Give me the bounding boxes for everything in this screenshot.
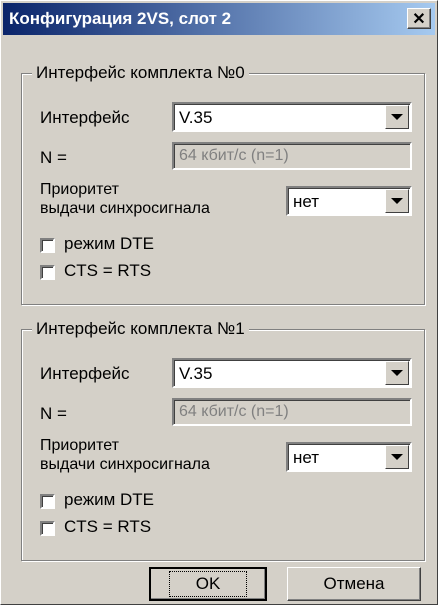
dropdown-button-priority-1[interactable] bbox=[385, 445, 409, 469]
dte-checkbox-1[interactable] bbox=[40, 494, 55, 509]
chevron-down-icon bbox=[391, 198, 403, 204]
chevron-down-icon bbox=[391, 454, 403, 460]
cancel-label: Отмена bbox=[323, 574, 385, 593]
n-field-0: 64 кбит/с (n=1) bbox=[172, 142, 412, 170]
interface-select-0[interactable]: V.35 bbox=[172, 102, 412, 132]
priority-select-1[interactable]: нет bbox=[286, 442, 412, 472]
close-button[interactable]: ✕ bbox=[407, 8, 431, 29]
n-value-1: 64 кбит/с (n=1) bbox=[179, 403, 289, 420]
chevron-down-icon bbox=[391, 370, 403, 376]
cts-checkbox-0[interactable] bbox=[40, 265, 55, 280]
chevron-down-icon bbox=[391, 114, 403, 120]
ok-button[interactable]: OK bbox=[149, 567, 267, 601]
group-interface-1: Интерфейс комплекта №1 Интерфейс V.35 N … bbox=[21, 319, 425, 561]
group-title-0: Интерфейс комплекта №0 bbox=[32, 63, 249, 83]
n-label-0: N = bbox=[40, 148, 67, 167]
ok-label: OK bbox=[168, 571, 248, 597]
dte-label-1: режим DTE bbox=[64, 490, 154, 509]
interface-select-1[interactable]: V.35 bbox=[172, 358, 412, 388]
cts-label-1: CTS = RTS bbox=[64, 517, 152, 536]
interface-label-1: Интерфейс bbox=[40, 364, 130, 383]
n-field-1: 64 кбит/с (n=1) bbox=[172, 398, 412, 426]
window-title: Конфигурация 2VS, слот 2 bbox=[9, 9, 232, 28]
priority-label-line1-1: Приоритет bbox=[40, 437, 119, 454]
close-icon: ✕ bbox=[412, 10, 426, 28]
n-value-0: 64 кбит/с (n=1) bbox=[179, 147, 289, 164]
cts-checkbox-1[interactable] bbox=[40, 521, 55, 536]
priority-value-1: нет bbox=[293, 448, 320, 467]
cts-label-0: CTS = RTS bbox=[64, 261, 152, 280]
priority-label-line2-0: выдачи синхросигнала bbox=[40, 200, 210, 217]
dte-label-0: режим DTE bbox=[64, 234, 154, 253]
title-bar[interactable]: Конфигурация 2VS, слот 2 ✕ bbox=[3, 3, 435, 35]
dropdown-button-priority-0[interactable] bbox=[385, 189, 409, 213]
cancel-button[interactable]: Отмена bbox=[287, 567, 421, 601]
priority-value-0: нет bbox=[293, 192, 320, 211]
dte-checkbox-0[interactable] bbox=[40, 238, 55, 253]
dialog-window: Конфигурация 2VS, слот 2 ✕ Интерфейс ком… bbox=[0, 0, 438, 605]
group-title-1: Интерфейс комплекта №1 bbox=[32, 319, 249, 339]
priority-label-line2-1: выдачи синхросигнала bbox=[40, 456, 210, 473]
interface-value-1: V.35 bbox=[179, 364, 213, 383]
interface-label-0: Интерфейс bbox=[40, 108, 130, 127]
group-interface-0: Интерфейс комплекта №0 Интерфейс V.35 N … bbox=[21, 63, 425, 305]
interface-value-0: V.35 bbox=[179, 108, 213, 127]
priority-label-line1-0: Приоритет bbox=[40, 181, 119, 198]
dropdown-button-0[interactable] bbox=[385, 105, 409, 129]
n-label-1: N = bbox=[40, 404, 67, 423]
priority-select-0[interactable]: нет bbox=[286, 186, 412, 216]
dropdown-button-1[interactable] bbox=[385, 361, 409, 385]
